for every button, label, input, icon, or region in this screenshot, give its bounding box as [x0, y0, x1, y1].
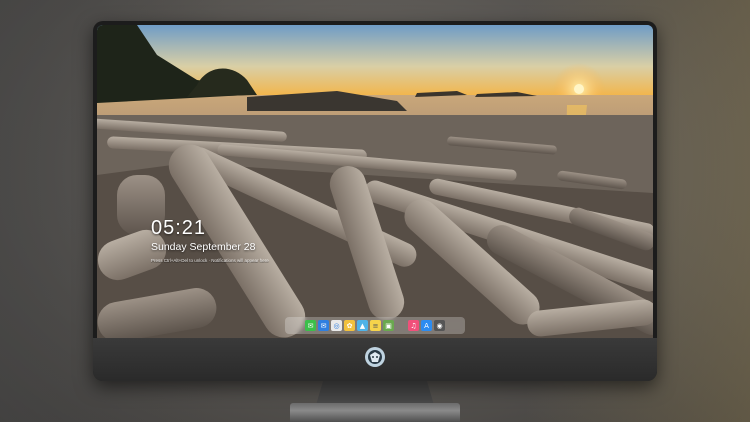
lockscreen-notice: Press Ctrl+Alt+Del to unlock · Notificat… [151, 258, 269, 263]
safari-icon[interactable]: ◎ [331, 320, 342, 331]
music-icon[interactable]: ♫ [408, 320, 419, 331]
photos-icon[interactable]: ✿ [344, 320, 355, 331]
dock: ✉ ✉ ◎ ✿ ▲ ≡ ▣ ♫ A ◉ [285, 317, 465, 334]
preview-icon[interactable]: ▣ [383, 320, 394, 331]
brand-logo-icon [365, 347, 385, 367]
appstore-icon[interactable]: A [421, 320, 432, 331]
monitor-chin [93, 338, 657, 381]
maps-icon[interactable]: ▲ [357, 320, 368, 331]
messages-icon[interactable]: ✉ [305, 320, 316, 331]
camera-icon[interactable]: ◉ [434, 320, 445, 331]
lockscreen-date: Sunday September 28 [151, 241, 256, 253]
notes-icon[interactable]: ≡ [370, 320, 381, 331]
beach-wallpaper [97, 25, 653, 338]
monitor: 05:21 Sunday September 28 Press Ctrl+Alt… [93, 21, 657, 381]
monitor-stand-base [290, 403, 460, 422]
lockscreen-time: 05:21 [151, 217, 207, 239]
monitor-stand-neck [316, 381, 434, 405]
screen: 05:21 Sunday September 28 Press Ctrl+Alt… [97, 25, 653, 338]
mail-icon[interactable]: ✉ [318, 320, 329, 331]
